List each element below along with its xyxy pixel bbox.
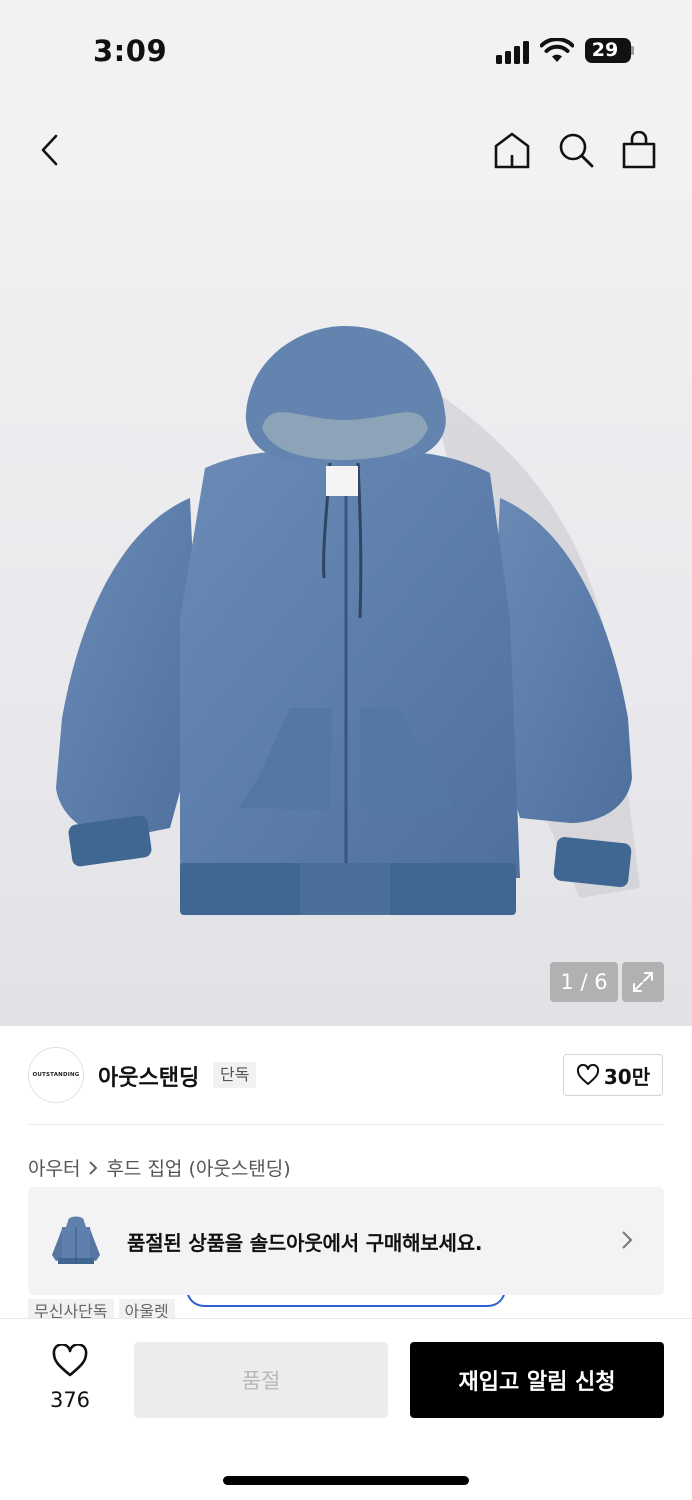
top-navigation (0, 100, 692, 198)
status-bar: 3:09 29 (0, 0, 692, 100)
chevron-right-icon (89, 1160, 98, 1175)
chevron-left-icon (41, 134, 58, 166)
breadcrumb-category[interactable]: 아우터 (28, 1154, 80, 1181)
exclusive-badge: 단독 (213, 1062, 257, 1088)
brand-logo-text: OUTSTANDING (32, 1072, 80, 1078)
image-counter: 1 / 6 (550, 962, 618, 1002)
wishlist-count: 376 (49, 1388, 91, 1412)
breadcrumb: 아우터 후드 집업 (아웃스탠딩) (28, 1154, 291, 1181)
cart-button[interactable] (617, 128, 661, 172)
wifi-icon (540, 38, 574, 62)
expand-icon (633, 972, 653, 992)
cellular-signal-icon (496, 40, 532, 64)
back-button[interactable] (30, 128, 70, 172)
resale-banner-text: 품절된 상품을 솔드아웃에서 구매해보세요. (127, 1231, 483, 1255)
restock-alert-button[interactable]: 재입고 알림 신청 (410, 1342, 664, 1418)
heart-icon (52, 1344, 88, 1377)
resale-banner[interactable]: 품절된 상품을 솔드아웃에서 구매해보세요. (28, 1187, 664, 1295)
status-time: 3:09 (93, 34, 168, 68)
home-icon (494, 132, 530, 169)
search-icon (559, 133, 594, 168)
expand-image-button[interactable] (622, 962, 664, 1002)
brand-like-button[interactable]: 30만 (563, 1054, 663, 1096)
chevron-right-icon (622, 1231, 633, 1249)
battery-cap (631, 46, 634, 55)
battery-level: 29 (591, 39, 619, 61)
brand-logo[interactable]: OUTSTANDING (28, 1047, 84, 1103)
home-indicator (223, 1476, 469, 1485)
heart-icon (576, 1064, 599, 1085)
resale-product-thumbnail (52, 1216, 100, 1264)
home-button[interactable] (490, 128, 534, 172)
brand-like-count: 30만 (603, 1064, 651, 1089)
shopping-bag-icon (622, 131, 656, 169)
wishlist-button[interactable]: 376 (40, 1344, 100, 1414)
search-button[interactable] (554, 128, 598, 172)
product-image-gallery[interactable] (0, 198, 692, 1026)
soldout-button: 품절 (134, 1342, 388, 1418)
product-image-hooded-jacket (56, 326, 640, 915)
breadcrumb-subcategory[interactable]: 후드 집업 (아웃스탠딩) (106, 1154, 290, 1181)
brand-name[interactable]: 아웃스탠딩 (98, 1060, 199, 1092)
battery-icon: 29 (585, 38, 631, 63)
divider (28, 1124, 664, 1125)
